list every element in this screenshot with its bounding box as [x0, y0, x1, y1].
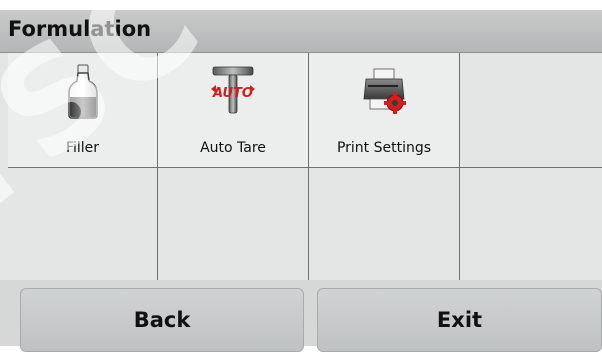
menu-item-label: Auto Tare: [200, 140, 266, 156]
menu-slot-empty: [309, 168, 460, 280]
menu-grid: Filler AUTO Auto Tare Print Settings: [8, 53, 602, 280]
menu-item-print-settings[interactable]: Print Settings: [309, 53, 460, 168]
menu-item-label: Filler: [65, 140, 100, 156]
menu-slot-empty: [460, 168, 602, 280]
menu-slot-empty: [158, 168, 309, 280]
menu-item-filler[interactable]: Filler: [8, 53, 158, 168]
auto-text: AUTO: [212, 86, 253, 101]
back-button[interactable]: Back: [20, 288, 304, 352]
menu-item-auto-tare[interactable]: AUTO Auto Tare: [158, 53, 309, 168]
screen: Formulation Filler AUTO Auto Tare Print …: [0, 10, 602, 352]
page-title: Formulation: [8, 17, 152, 41]
menu-item-label: Print Settings: [336, 140, 432, 156]
menu-slot-empty: [460, 53, 602, 168]
menu-slot-empty: [8, 168, 158, 280]
title-bar: Formulation: [0, 10, 602, 53]
filler-bottle-icon: [67, 64, 98, 119]
button-bar: Back Exit: [0, 280, 602, 352]
auto-tare-icon: AUTO: [211, 66, 255, 114]
exit-button[interactable]: Exit: [317, 288, 602, 352]
printer-settings-icon: [363, 68, 406, 114]
